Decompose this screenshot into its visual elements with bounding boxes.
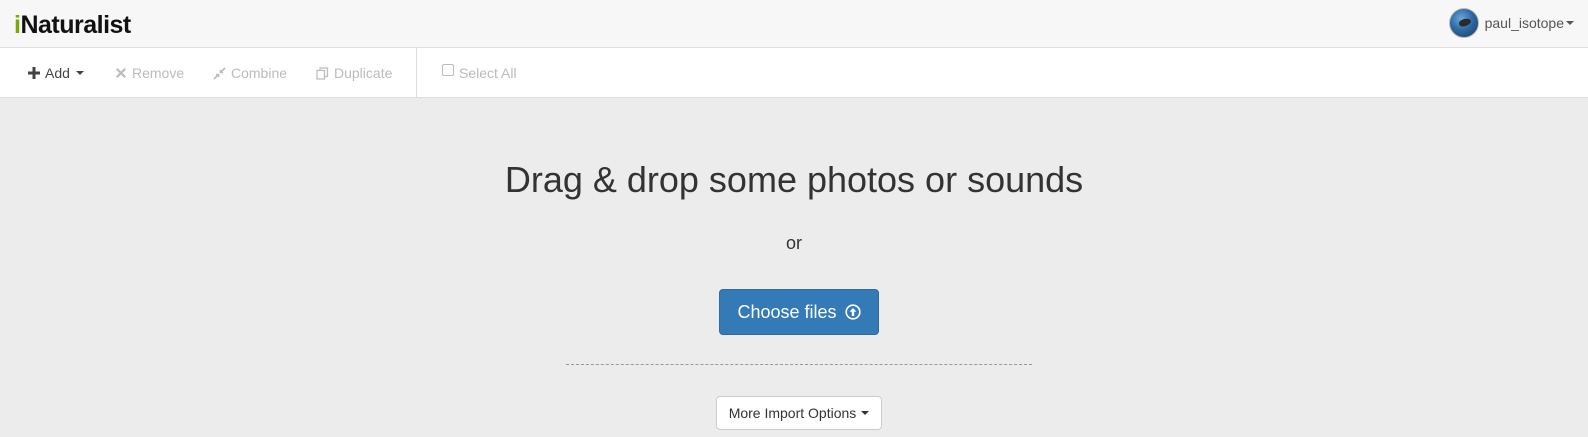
inaturalist-logo[interactable]: iNaturalist bbox=[14, 10, 131, 40]
remove-button[interactable]: Remove bbox=[115, 64, 184, 82]
copy-icon bbox=[316, 66, 329, 80]
upload-circle-icon bbox=[844, 304, 861, 320]
add-button[interactable]: Add bbox=[28, 64, 84, 82]
compress-icon bbox=[213, 66, 226, 80]
toolbar-divider bbox=[416, 48, 417, 98]
more-import-label: More Import Options bbox=[728, 405, 857, 421]
dropzone-headline: Drag & drop some photos or sounds bbox=[504, 159, 1084, 200]
top-navbar: iNaturalist paul_isotope bbox=[0, 0, 1588, 48]
username: paul_isotope bbox=[1484, 15, 1564, 31]
combine-label: Combine bbox=[231, 65, 288, 81]
plus-icon bbox=[28, 67, 40, 79]
select-all-checkbox[interactable] bbox=[442, 64, 454, 76]
remove-label: Remove bbox=[132, 65, 185, 81]
select-all-label: Select All bbox=[459, 65, 517, 81]
logo-text: Naturalist bbox=[20, 11, 131, 39]
select-all-control[interactable]: Select All bbox=[442, 64, 517, 82]
dashed-divider bbox=[566, 364, 1032, 365]
chevron-down-icon bbox=[1566, 21, 1574, 25]
chevron-down-icon bbox=[861, 411, 870, 415]
duplicate-label: Duplicate bbox=[334, 65, 393, 81]
uploader-toolbar: Add Remove Combine Duplicate Select All bbox=[0, 48, 1588, 98]
chevron-down-icon bbox=[75, 71, 84, 75]
duplicate-button[interactable]: Duplicate bbox=[316, 64, 392, 82]
or-text: or bbox=[785, 233, 802, 253]
avatar bbox=[1448, 8, 1479, 38]
choose-files-button[interactable]: Choose files bbox=[719, 289, 879, 335]
choose-files-label: Choose files bbox=[737, 301, 837, 322]
x-icon bbox=[115, 67, 127, 79]
combine-button[interactable]: Combine bbox=[213, 64, 287, 82]
more-import-options-button[interactable]: More Import Options bbox=[716, 396, 882, 430]
add-label: Add bbox=[45, 65, 70, 81]
user-menu[interactable]: paul_isotope bbox=[1448, 8, 1574, 38]
